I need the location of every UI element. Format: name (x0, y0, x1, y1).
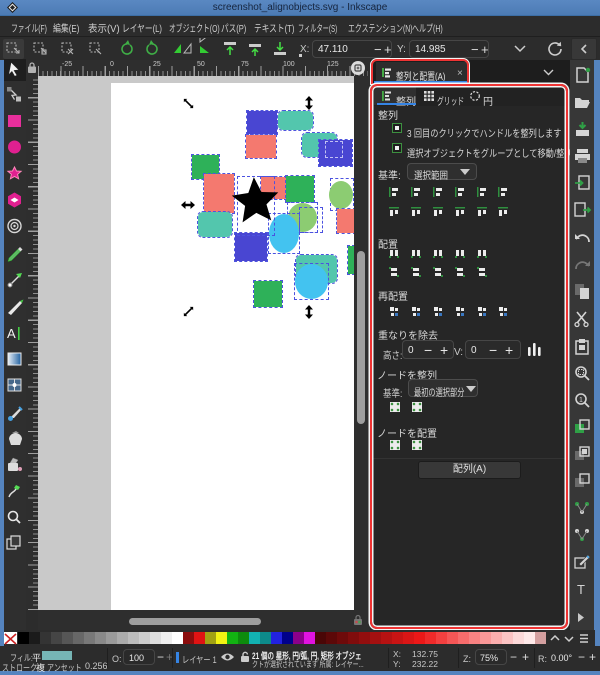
svg-text:T: T (577, 582, 585, 597)
svg-text:A: A (7, 326, 16, 341)
svg-text:1: 1 (579, 397, 583, 404)
